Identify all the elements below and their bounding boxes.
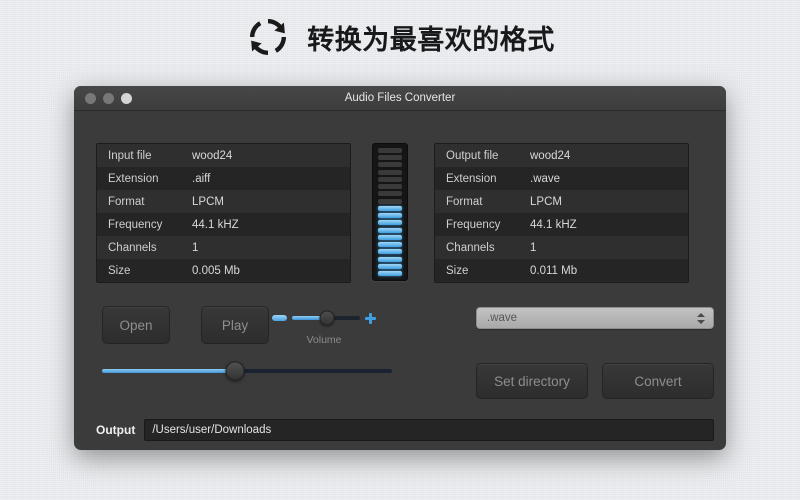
info-row: Format LPCM [97, 190, 350, 213]
info-key: Channels [446, 241, 495, 254]
info-key: Frequency [446, 218, 501, 231]
convert-button[interactable]: Convert [602, 363, 714, 399]
close-dot-icon[interactable] [85, 92, 96, 104]
vu-level-meter [372, 143, 408, 281]
page-title: 转换为最喜欢的格式 [307, 24, 555, 55]
vu-segment-lit [378, 205, 402, 211]
info-value: wood24 [530, 149, 571, 162]
vu-segment-lit [378, 220, 402, 226]
traffic-lights [85, 92, 132, 104]
info-value: LPCM [192, 195, 224, 208]
info-row: Frequency 44.1 kHZ [97, 213, 350, 236]
info-value: 0.011 Mb [530, 264, 578, 277]
window-body: Input file wood24 Extension .aiff Format… [74, 111, 726, 450]
info-row: Channels 1 [435, 236, 688, 259]
info-row: Input file wood24 [97, 144, 350, 167]
info-row: Format LPCM [435, 190, 688, 213]
info-value: .aiff [192, 172, 211, 185]
vu-segment-lit [378, 227, 402, 233]
output-file-panel: Output file wood24 Extension .wave Forma… [434, 143, 689, 283]
info-value: 44.1 kHZ [192, 218, 239, 231]
volume-control: Volume [272, 309, 376, 346]
output-format-select[interactable]: .wave [476, 307, 714, 329]
info-key: Extension [446, 172, 497, 185]
vu-segment [378, 169, 402, 175]
info-key: Channels [108, 241, 157, 254]
plus-icon[interactable] [365, 312, 376, 324]
playback-slider-track[interactable] [102, 361, 392, 381]
info-key: Format [108, 195, 145, 208]
minus-icon[interactable] [272, 315, 287, 321]
info-value: LPCM [530, 195, 562, 208]
vu-segment-lit [378, 242, 402, 248]
info-row: Output file wood24 [435, 144, 688, 167]
vu-segment [378, 155, 402, 161]
playback-slider-knob[interactable] [225, 361, 245, 381]
vu-segment [378, 162, 402, 168]
vu-segment [378, 191, 402, 197]
volume-label: Volume [306, 334, 342, 346]
volume-slider-knob[interactable] [319, 310, 335, 326]
vu-segment-lit [378, 249, 402, 255]
input-file-panel: Input file wood24 Extension .aiff Format… [96, 143, 351, 283]
vu-segment [378, 184, 402, 190]
refresh-convert-icon [250, 18, 287, 56]
window-title: Audio Files Converter [344, 92, 456, 104]
info-row: Extension .wave [435, 167, 688, 190]
info-value: wood24 [192, 149, 233, 162]
set-directory-button[interactable]: Set directory [476, 363, 588, 399]
vu-segment-lit [378, 213, 402, 219]
vu-segment [378, 148, 402, 153]
playback-slider[interactable] [102, 361, 392, 381]
vu-segment-lit [378, 256, 402, 262]
info-row: Frequency 44.1 kHZ [435, 213, 688, 236]
playback-slider-fill [102, 369, 236, 373]
play-button[interactable]: Play [201, 306, 269, 344]
vu-segment [378, 198, 402, 204]
info-value: 1 [530, 241, 537, 254]
app-window: Audio Files Converter Input file wood24 … [74, 86, 726, 450]
info-key: Extension [108, 172, 159, 185]
info-key: Frequency [108, 218, 163, 231]
info-value: 0.005 Mb [192, 264, 240, 277]
volume-slider-row [272, 309, 376, 327]
window-titlebar[interactable]: Audio Files Converter [74, 86, 726, 111]
info-key: Input file [108, 149, 152, 162]
info-row: Extension .aiff [97, 167, 350, 190]
info-key: Size [108, 264, 131, 277]
vu-segment-lit [378, 263, 402, 269]
output-format-value: .wave [487, 312, 518, 324]
info-row: Channels 1 [97, 236, 350, 259]
info-key: Output file [446, 149, 499, 162]
info-value: .wave [530, 172, 561, 185]
maximize-dot-icon[interactable] [121, 92, 132, 104]
info-value: 1 [192, 241, 199, 254]
vu-segment [378, 176, 402, 182]
chevron-up-icon [697, 312, 705, 317]
vu-segment-lit [378, 270, 402, 276]
output-label: Output [96, 423, 136, 437]
info-row: Size 0.005 Mb [97, 259, 350, 282]
info-key: Size [446, 264, 469, 277]
header: 转换为最喜欢的格式 [0, 14, 800, 60]
output-path-bar: Output /Users/user/Downloads [96, 419, 714, 441]
output-path-field[interactable]: /Users/user/Downloads [144, 419, 714, 441]
volume-slider[interactable] [292, 310, 360, 326]
vu-segment-lit [378, 234, 402, 240]
chevron-down-icon [697, 319, 705, 324]
screenshot-root: 转换为最喜欢的格式 Audio Files Converter Input fi… [0, 0, 800, 500]
open-button[interactable]: Open [102, 306, 170, 344]
minimize-dot-icon[interactable] [103, 92, 114, 104]
info-value: 44.1 kHZ [530, 218, 577, 231]
stepper-chevrons-icon[interactable] [693, 308, 709, 328]
info-key: Format [446, 195, 483, 208]
info-row: Size 0.011 Mb [435, 259, 688, 282]
